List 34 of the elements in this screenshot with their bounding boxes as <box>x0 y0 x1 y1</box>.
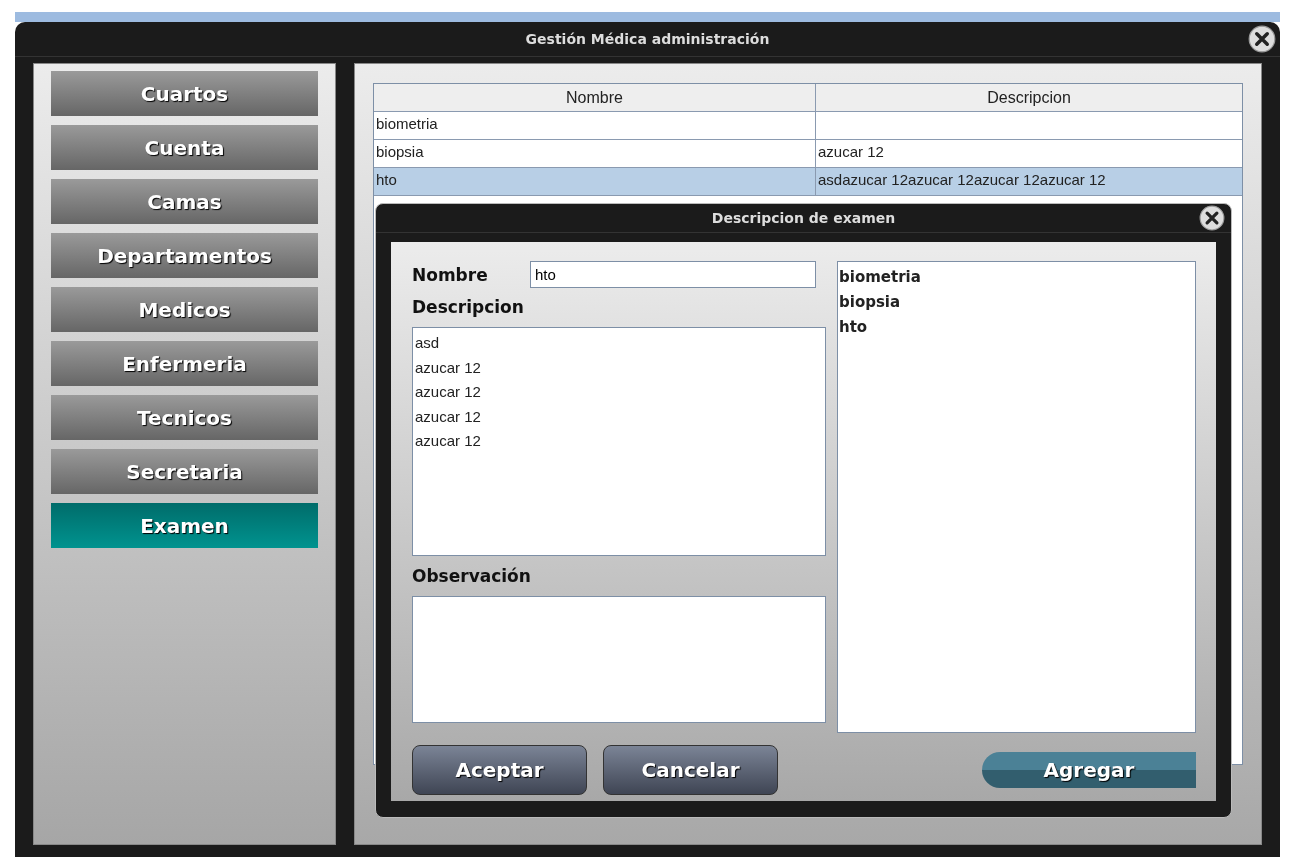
table-cell-text: biometria <box>375 114 439 134</box>
table-row[interactable]: biometria <box>374 112 1242 140</box>
action-button[interactable]: Cancelar <box>603 745 778 795</box>
sidebar-item[interactable]: Examen <box>51 503 318 548</box>
window-title: Gestión Médica administración <box>525 31 770 47</box>
text-area[interactable] <box>412 596 826 723</box>
list-item[interactable]: biopsia <box>839 290 901 315</box>
sidebar-item[interactable]: Enfermeria <box>51 341 318 386</box>
field-label: Descripcion <box>412 297 525 317</box>
column-header[interactable]: Descripcion <box>815 84 1242 111</box>
table-cell-text: biopsia <box>375 142 425 162</box>
sidebar-item[interactable]: Cuartos <box>51 71 318 116</box>
action-button[interactable]: Aceptar <box>412 745 587 795</box>
sidebar-item[interactable]: Secretaria <box>51 449 318 494</box>
table-cell: azucar 12 <box>815 140 1242 167</box>
text-area[interactable]: asd azucar 12 azucar 12 azucar 12 azucar 12 <box>412 327 826 556</box>
sidebar-item[interactable]: Departamentos <box>51 233 318 278</box>
sidebar-item[interactable]: Cuenta <box>51 125 318 170</box>
sidebar-item[interactable]: Tecnicos <box>51 395 318 440</box>
add-button[interactable]: Agregar <box>982 752 1196 788</box>
field-label: Nombre <box>412 264 489 285</box>
dialog-title: Descripcion de examen <box>711 210 896 226</box>
table-cell-text: hto <box>375 170 398 190</box>
list-item[interactable]: biometria <box>839 265 921 290</box>
table-cell: asdazucar 12azucar 12azucar 12azucar 12 <box>815 168 1242 195</box>
close-icon[interactable] <box>1199 205 1225 231</box>
input-field[interactable]: hto <box>530 261 816 288</box>
field-label: Observación <box>412 566 532 586</box>
table-row[interactable]: hto asdazucar 12azucar 12azucar 12azucar 12 <box>374 168 1242 196</box>
sidebar-item[interactable]: Camas <box>51 179 318 224</box>
list-item[interactable]: hto <box>839 315 868 340</box>
column-header[interactable]: Nombre <box>374 84 815 111</box>
close-icon[interactable] <box>1248 25 1276 53</box>
sidebar-item[interactable]: Medicos <box>51 287 318 332</box>
